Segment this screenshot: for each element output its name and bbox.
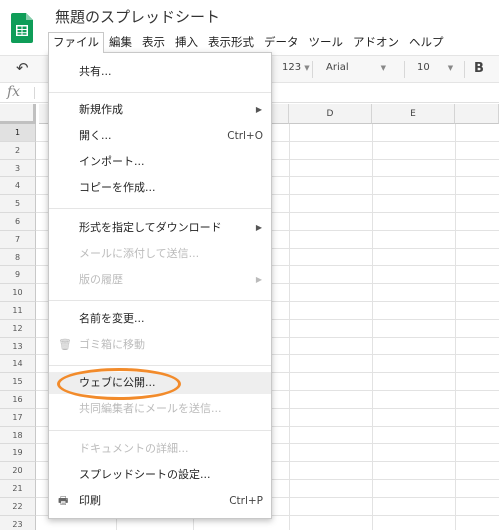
menu-item-email-collaborators[interactable]: 共同編集者にメールを送信... [49,398,271,420]
column-gridline [455,124,456,530]
row-header[interactable]: 17 [0,408,36,427]
menu-format[interactable]: 表示形式 [203,32,259,52]
column-header-e[interactable]: E [372,104,455,124]
font-family-select[interactable]: Arial ▼ [326,62,386,73]
printer-icon: 🖶 [58,494,69,507]
row-header[interactable]: 6 [0,213,36,231]
menu-tools[interactable]: ツール [304,32,349,52]
submenu-arrow-icon: ▶ [255,223,262,232]
submenu-arrow-icon: ▶ [255,275,262,284]
menu-addons[interactable]: アドオン [348,32,404,52]
row-header[interactable]: 13 [0,337,36,356]
toolbar-divider [312,61,313,78]
font-size-select[interactable]: 10 ▼ [417,62,453,73]
menu-item-import[interactable]: インポート... [49,151,271,173]
menu-separator [49,208,271,209]
toolbar-divider [404,61,405,78]
row-header[interactable]: 1 [0,124,36,142]
row-header[interactable]: 18 [0,426,36,445]
number-format-button[interactable]: 123 ▼ [282,62,310,73]
row-header[interactable]: 3 [0,159,36,178]
row-header[interactable]: 22 [0,497,36,516]
undo-icon[interactable]: ↶ [16,59,29,77]
menu-view[interactable]: 表示 [137,32,170,52]
row-header[interactable]: 14 [0,355,36,374]
menu-item-print[interactable]: 🖶 印刷 Ctrl+P [49,490,271,512]
row-header[interactable]: 9 [0,266,36,285]
menu-item-document-details[interactable]: ドキュメントの詳細... [49,438,271,460]
menu-item-move-to-trash[interactable]: 🗑 ゴミ箱に移動 [49,334,271,356]
menu-insert[interactable]: 挿入 [170,32,203,52]
menu-data[interactable]: データ [259,32,304,52]
select-all-corner[interactable] [0,104,36,124]
column-gridline [289,124,290,530]
app-header: 無題のスプレッドシート ファイル 編集 表示 挿入 表示形式 データ ツール ア… [0,0,499,55]
row-header[interactable]: 8 [0,248,36,267]
row-header[interactable]: 15 [0,373,36,391]
toolbar-divider [464,61,465,78]
sheets-logo-icon[interactable] [11,13,33,43]
menu-item-download-as[interactable]: 形式を指定してダウンロード ▶ [49,217,271,239]
trash-icon: 🗑 [58,338,72,351]
submenu-arrow-icon: ▶ [255,105,262,114]
menu-item-rename[interactable]: 名前を変更... [49,308,271,330]
menu-item-spreadsheet-settings[interactable]: スプレッドシートの設定... [49,464,271,486]
bold-button[interactable]: B [474,61,484,76]
fx-icon: fx [7,84,21,100]
formula-divider [34,87,35,99]
column-gridline [372,124,373,530]
column-header-f[interactable] [455,104,499,124]
menu-item-email-attachment[interactable]: メールに添付して送信... [49,243,271,265]
menu-separator [49,92,271,93]
file-menu: 共有... 新規作成 ▶ 開く... Ctrl+O インポート... コピーを作成.… [48,52,272,519]
menu-item-share[interactable]: 共有... [49,61,271,83]
row-header[interactable]: 16 [0,391,36,409]
row-header[interactable]: 20 [0,462,36,480]
menu-separator [49,430,271,431]
shortcut-label: Ctrl+P [229,495,263,507]
row-header[interactable]: 7 [0,230,36,249]
column-header-d[interactable]: D [289,104,372,124]
menu-edit[interactable]: 編集 [104,32,137,52]
menu-bar: ファイル 編集 表示 挿入 表示形式 データ ツール アドオン ヘルプ [48,32,449,53]
row-header[interactable]: 11 [0,302,36,320]
menu-separator [49,365,271,366]
row-header[interactable]: 23 [0,515,36,530]
row-header[interactable]: 5 [0,195,36,213]
row-header[interactable]: 2 [0,141,36,160]
row-header[interactable]: 12 [0,319,36,338]
shortcut-label: Ctrl+O [227,130,263,142]
menu-item-version-history[interactable]: 版の履歴 ▶ [49,269,271,291]
menu-item-make-copy[interactable]: コピーを作成... [49,177,271,199]
row-header[interactable]: 10 [0,284,36,302]
row-header[interactable]: 4 [0,177,36,196]
menu-help[interactable]: ヘルプ [404,32,449,52]
row-header[interactable]: 19 [0,444,36,463]
menu-item-open[interactable]: 開く... Ctrl+O [49,125,271,147]
row-header[interactable]: 21 [0,480,36,498]
menu-separator [49,300,271,301]
menu-item-publish-to-web[interactable]: ウェブに公開... [49,372,271,394]
menu-file[interactable]: ファイル [48,32,104,53]
menu-item-new[interactable]: 新規作成 ▶ [49,99,271,121]
document-title[interactable]: 無題のスプレッドシート [55,6,220,27]
